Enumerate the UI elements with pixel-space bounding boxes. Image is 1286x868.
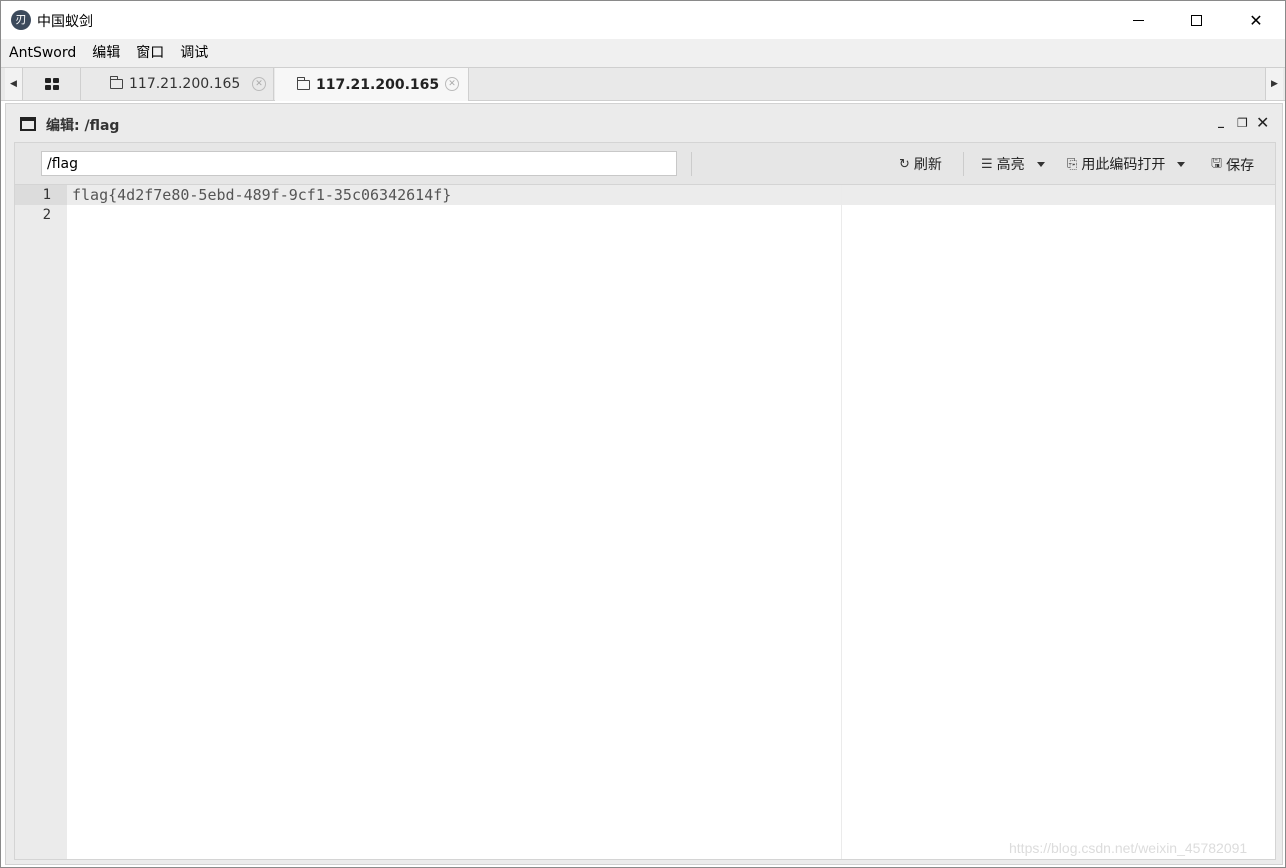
folder-icon xyxy=(110,76,123,89)
tab-bar: ◀ 117.21.200.165 ✕ 117.21.200.165 ✕ ▶ xyxy=(1,67,1285,101)
floppy-disk-icon: 🖫 xyxy=(1211,156,1223,171)
save-button[interactable]: 🖫 保存 xyxy=(1211,154,1254,176)
print-margin xyxy=(841,185,842,859)
translate-icon: ⎘ xyxy=(1067,156,1078,172)
editor-title: 编辑: /flag xyxy=(46,118,120,134)
editor-toolbar: ↻ 刷新 ☰ 高亮 ⎘ 用此编码打开 🖫 保存 xyxy=(14,142,1276,184)
tab-label: 117.21.200.165 xyxy=(316,76,440,93)
menu-bar: AntSword 编辑 窗口 调试 xyxy=(1,39,1285,67)
maximize-button[interactable] xyxy=(1167,1,1225,39)
title-bar: 刃 中国蚁剑 ✕ xyxy=(1,1,1285,39)
caret-left-icon: ◀ xyxy=(10,79,17,89)
path-input[interactable] xyxy=(41,151,677,176)
toolbar-divider xyxy=(691,152,692,176)
tab-session-2[interactable]: 117.21.200.165 ✕ xyxy=(275,68,469,101)
line-number-gutter xyxy=(15,185,67,859)
menu-edit[interactable]: 编辑 xyxy=(84,39,128,67)
antsword-logo-icon: 刃 xyxy=(11,10,31,30)
panel-close-icon[interactable]: ✕ xyxy=(1256,113,1269,132)
line-number: 2 xyxy=(42,207,51,223)
window-icon xyxy=(20,117,36,131)
window-title: 中国蚁剑 xyxy=(37,14,93,30)
editor-window-header: 编辑: /flag _ ❐ ✕ xyxy=(6,104,1282,142)
tab-close-icon[interactable]: ✕ xyxy=(252,77,266,91)
tab-scroll-left-button[interactable]: ◀ xyxy=(5,68,23,100)
editor-window: 编辑: /flag _ ❐ ✕ ↻ 刷新 ☰ 高亮 ⎘ 用此编码打开 🖫 保存 xyxy=(5,103,1283,865)
highlight-dropdown[interactable]: ☰ 高亮 xyxy=(981,154,1045,174)
tab-home[interactable] xyxy=(23,68,81,100)
refresh-icon: ↻ xyxy=(899,156,910,172)
caret-right-icon: ▶ xyxy=(1271,79,1278,89)
watermark-text: https://blog.csdn.net/weixin_45782091 xyxy=(1009,840,1248,856)
open-with-encoding-label: 用此编码打开 xyxy=(1081,157,1166,173)
refresh-button[interactable]: ↻ 刷新 xyxy=(899,154,942,174)
tab-scroll-right-button[interactable]: ▶ xyxy=(1265,68,1283,100)
menu-window[interactable]: 窗口 xyxy=(128,39,172,67)
folder-icon xyxy=(297,76,310,90)
minimize-icon xyxy=(1132,19,1144,21)
highlight-label: 高亮 xyxy=(996,157,1025,173)
code-editor[interactable]: 1 flag{4d2f7e80-5ebd-489f-9cf1-35c063426… xyxy=(14,184,1276,860)
line-number: 1 xyxy=(42,187,51,203)
chevron-down-icon xyxy=(1177,161,1186,167)
menu-debug[interactable]: 调试 xyxy=(172,39,216,67)
tab-close-icon[interactable]: ✕ xyxy=(445,77,459,91)
menu-antsword[interactable]: AntSword xyxy=(1,39,84,67)
close-icon: ✕ xyxy=(1249,10,1263,30)
tab-session-1[interactable]: 117.21.200.165 ✕ xyxy=(82,68,274,100)
panel-minimize-icon[interactable]: _ xyxy=(1218,114,1224,128)
close-button[interactable]: ✕ xyxy=(1227,1,1285,39)
toolbar-divider xyxy=(963,152,964,176)
chevron-down-icon xyxy=(1036,161,1045,167)
open-with-encoding-dropdown[interactable]: ⎘ 用此编码打开 xyxy=(1067,154,1186,174)
code-line[interactable]: flag{4d2f7e80-5ebd-489f-9cf1-35c06342614… xyxy=(72,186,451,204)
tab-label: 117.21.200.165 xyxy=(129,76,241,92)
maximize-icon xyxy=(1190,14,1202,26)
minimize-button[interactable] xyxy=(1109,1,1167,39)
refresh-label: 刷新 xyxy=(913,157,942,173)
save-label: 保存 xyxy=(1226,158,1255,174)
grid-icon xyxy=(44,78,59,90)
list-icon: ☰ xyxy=(981,156,993,172)
panel-restore-icon[interactable]: ❐ xyxy=(1237,116,1248,130)
